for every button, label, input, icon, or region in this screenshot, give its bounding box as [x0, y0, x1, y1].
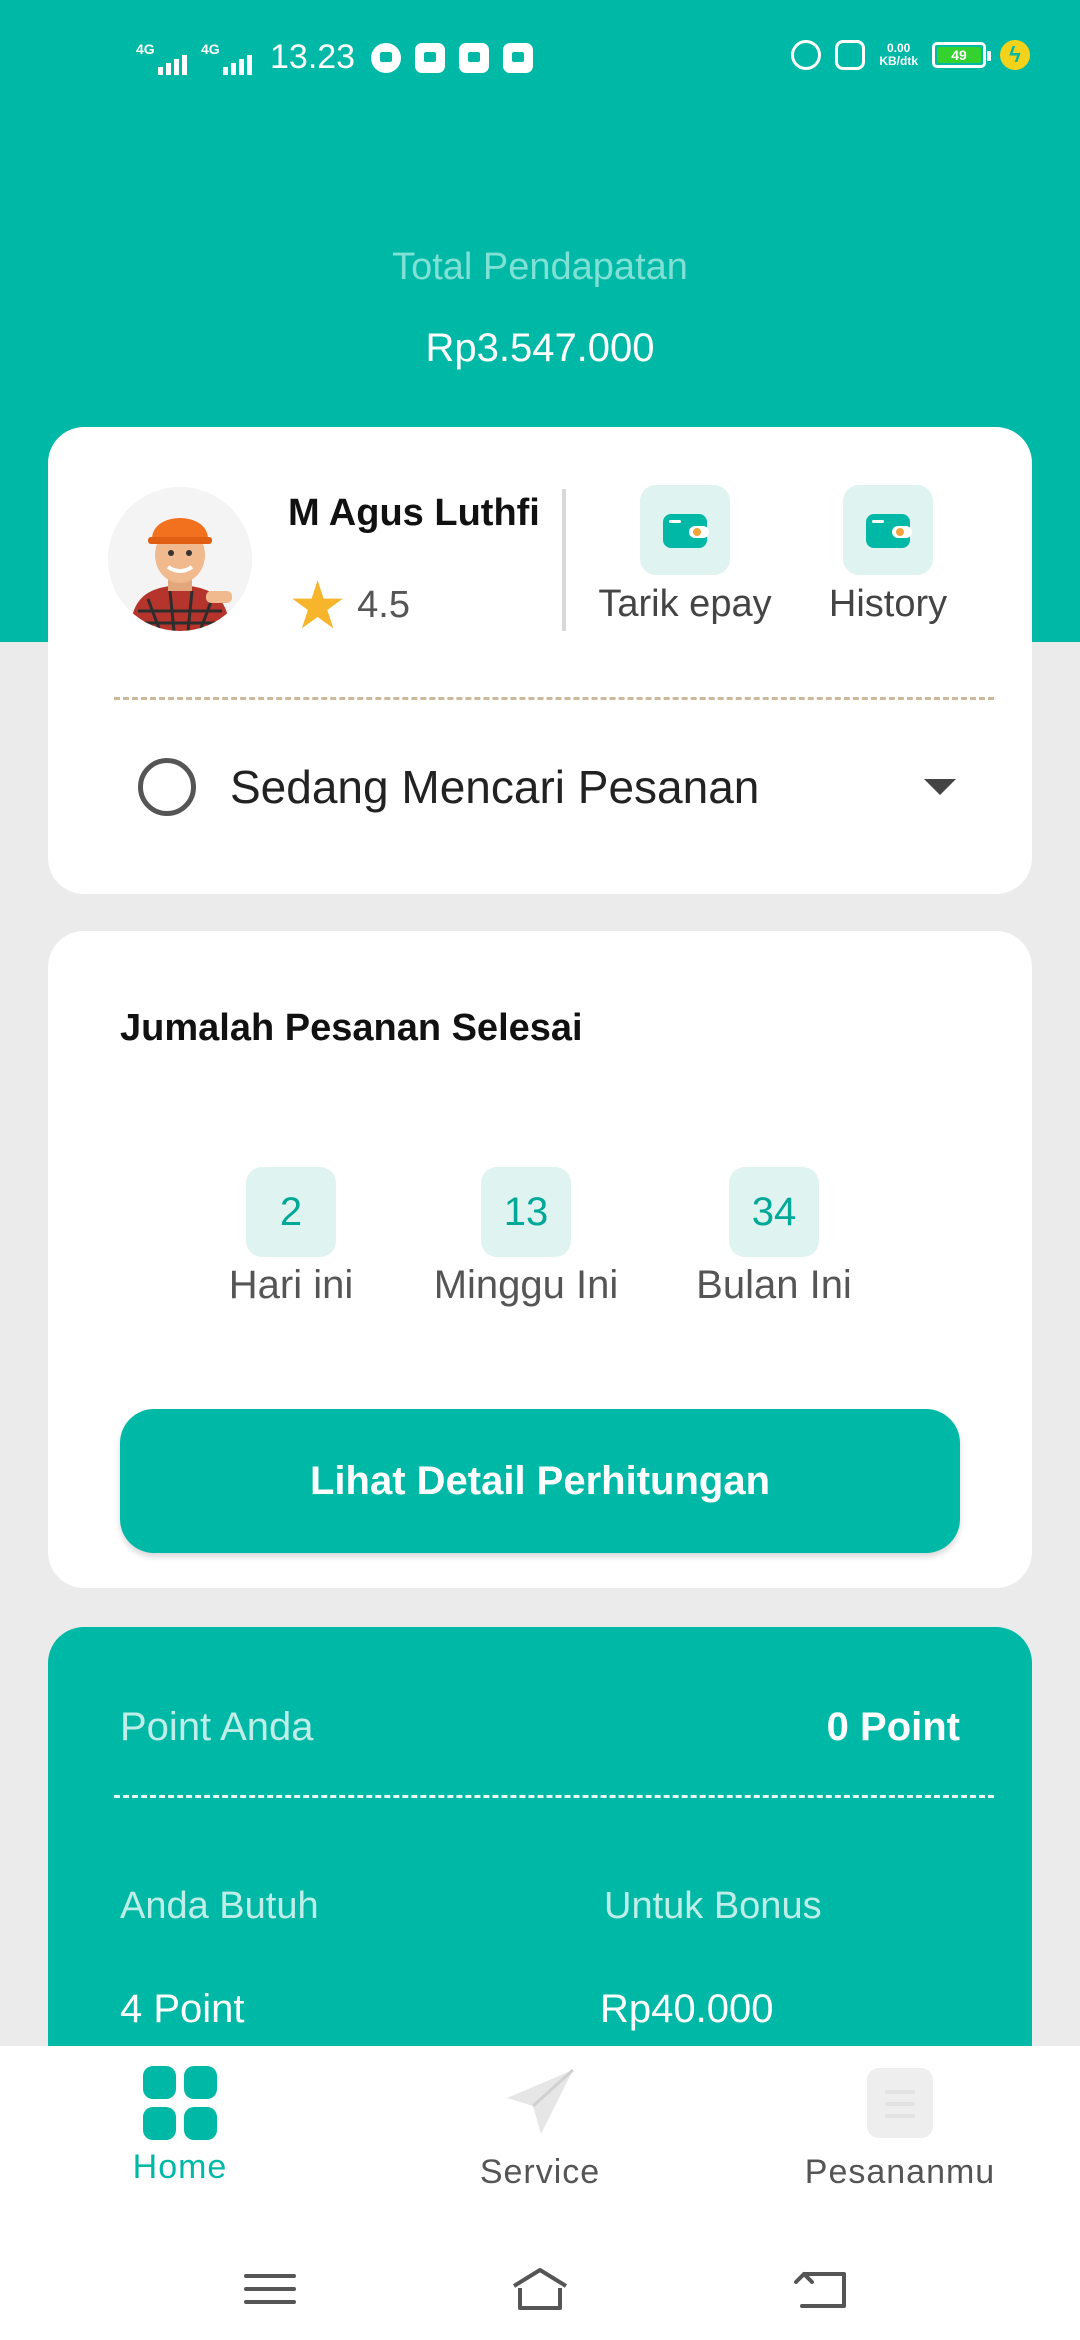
- status-bar-right: 0.00 KB/dtk 49 ϟ: [791, 40, 1030, 70]
- driver-rating: ★ 4.5: [288, 568, 410, 642]
- status-bar-left: 4G 4G 13.23: [136, 38, 547, 77]
- back-icon[interactable]: [792, 2264, 852, 2314]
- count-today-value: 2: [246, 1167, 336, 1257]
- battery-icon: 49: [932, 42, 991, 68]
- nav-service-label: Service: [479, 2153, 601, 2191]
- view-calculation-detail-button[interactable]: Lihat Detail Perhitungan: [120, 1409, 960, 1553]
- count-today-label: Hari ini: [228, 1263, 354, 1307]
- nav-home[interactable]: Home: [30, 2066, 330, 2187]
- system-navigation-bar: [0, 2242, 1080, 2340]
- count-week-label: Minggu Ini: [433, 1263, 619, 1307]
- bonus-value: Rp40.000: [600, 1987, 774, 2031]
- paper-plane-icon: [507, 2068, 575, 2134]
- count-today: 2 Hari ini: [171, 1167, 411, 1308]
- shop-app-icon: [415, 42, 446, 73]
- mute-icon: [835, 40, 866, 70]
- bottom-navigation: Home Service Pesananmu: [0, 2046, 1080, 2242]
- status-text: Sedang Mencari Pesanan: [230, 761, 760, 813]
- nav-orders[interactable]: Pesananmu: [750, 2066, 1050, 2192]
- u-app-icon: [459, 42, 490, 73]
- star-icon: ★: [288, 568, 348, 642]
- status-radio[interactable]: [138, 758, 196, 816]
- menu-icon[interactable]: [240, 2264, 300, 2314]
- notification-app-icon: [371, 42, 402, 73]
- wallet-icon: [843, 485, 933, 575]
- chevron-down-icon[interactable]: [924, 779, 956, 795]
- network-speed: 0.00 KB/dtk: [879, 41, 918, 68]
- orders-card: Jumalah Pesanan Selesai 2 Hari ini 13 Mi…: [48, 931, 1032, 1588]
- points-needed-label: Anda Butuh: [120, 1885, 319, 1927]
- dashed-divider: [114, 697, 994, 700]
- nav-home-label: Home: [132, 2148, 228, 2186]
- signal-icon: 4G: [136, 41, 187, 75]
- points-label: Point Anda: [120, 1705, 314, 1749]
- wallet-icon: [640, 485, 730, 575]
- orders-title: Jumalah Pesanan Selesai: [120, 1007, 583, 1049]
- points-needed-value: 4 Point: [120, 1987, 245, 2031]
- count-month: 34 Bulan Ini: [654, 1167, 894, 1308]
- count-month-value: 34: [729, 1167, 819, 1257]
- rating-value: 4.5: [357, 583, 410, 626]
- status-bar: 4G 4G 13.23 0.00 KB/dtk 49 ϟ: [0, 30, 1080, 90]
- withdraw-epay-label: Tarik epay: [598, 583, 772, 625]
- signal-icon-2: 4G: [201, 41, 252, 75]
- points-value: 0 Point: [826, 1705, 960, 1749]
- nav-orders-label: Pesananmu: [804, 2153, 996, 2191]
- dashed-divider: [114, 1795, 994, 1798]
- order-status-dropdown[interactable]: Sedang Mencari Pesanan: [138, 752, 988, 822]
- total-earnings-label: Total Pendapatan: [392, 246, 688, 288]
- vertical-divider: [562, 489, 566, 631]
- count-week: 13 Minggu Ini: [406, 1167, 646, 1308]
- withdraw-epay-button[interactable]: Tarik epay: [590, 485, 780, 626]
- driver-name: M Agus Luthfi: [288, 492, 540, 534]
- charging-icon: ϟ: [1000, 40, 1030, 70]
- document-icon: [867, 2068, 933, 2138]
- profile-card: M Agus Luthfi ★ 4.5 Tarik epay History S…: [48, 427, 1032, 894]
- alarm-icon: [791, 40, 822, 70]
- count-month-label: Bulan Ini: [696, 1263, 852, 1307]
- history-button[interactable]: History: [793, 485, 983, 626]
- nav-service[interactable]: Service: [390, 2066, 690, 2192]
- history-label: History: [828, 583, 948, 625]
- home-icon[interactable]: [510, 2264, 570, 2314]
- total-earnings-value: Rp3.547.000: [425, 326, 655, 370]
- count-week-value: 13: [481, 1167, 571, 1257]
- avatar: [108, 487, 252, 631]
- home-grid-icon: [143, 2066, 217, 2140]
- mail-app-icon: [503, 42, 534, 73]
- points-card: Point Anda 0 Point Anda Butuh Untuk Bonu…: [48, 1627, 1032, 2087]
- clock: 13.23: [270, 38, 356, 76]
- battery-level: 49: [937, 47, 981, 63]
- bonus-label: Untuk Bonus: [604, 1885, 822, 1927]
